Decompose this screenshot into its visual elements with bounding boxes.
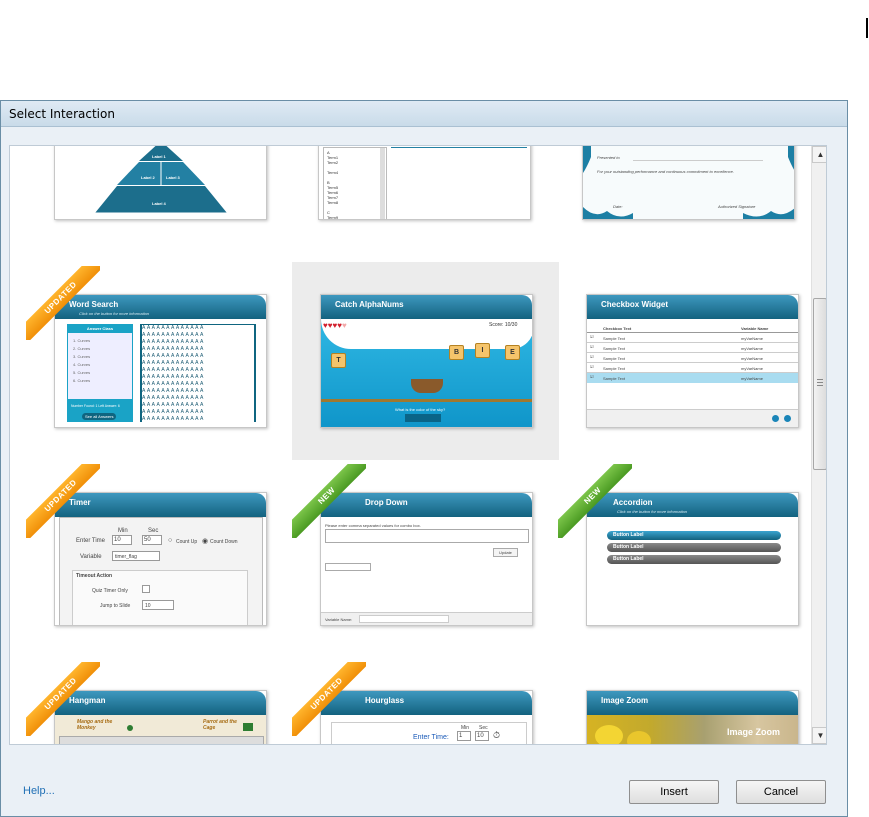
tile-catch-alphanums[interactable]: Catch AlphaNums ♥♥♥♥♥ Score: 10/30 T B I… [320,294,533,428]
next-arrow-icon [127,725,133,731]
letter-tile-i: I [475,343,490,358]
variable-field[interactable]: timer_flag [112,551,160,561]
gallery-grid: Label 1 Label 2 Label 3 Label 4 A Term1 Te… [10,146,810,744]
text-cursor [866,18,868,38]
title-bar: Select Interaction [1,101,847,127]
glossary-thumbnail[interactable]: A Term1 Term2 Term4 B Term5 Term6 Term7 Term8… [318,146,531,220]
glossary-items: A Term1 Term2 Term4 B Term5 Term6 Term7 Term8… [327,150,339,220]
cancel-button[interactable]: Cancel [736,780,826,804]
letter-tile-e: E [505,345,520,360]
accordion-button-1[interactable]: Button Label [607,531,781,540]
new-ribbon: NEW [558,464,632,538]
enter-time-label: Enter Time: [413,734,449,741]
number-found: Number Found: 1 Left Answer: 6 [71,404,120,408]
glossary-list: A Term1 Term2 Term4 B Term5 Term6 Term7 Term8… [323,147,387,220]
letter-tile-b: B [449,345,464,360]
hangman-right-caption: Parrot and the Cage [203,719,237,731]
window-title: Select Interaction [9,107,115,121]
updated-ribbon: UPDATED [26,662,100,736]
scroll-thumb[interactable] [813,298,826,470]
update-button[interactable]: Update [493,548,518,557]
answer-list: 1. Curves 2. Curves 3. Curves 4. Curves 5. … [73,338,91,383]
tile-checkbox-widget[interactable]: Checkbox Widget Checkbox Text Variable N… [586,294,799,428]
pyramid-label-1: Label 1 [152,154,166,159]
tile-title: Drop Down [365,498,408,507]
tile-title: Catch AlphaNums [335,300,404,309]
image-zoom-overlay: Image Zoom [727,727,781,737]
vertical-scrollbar[interactable]: ▲ ▼ [811,146,826,744]
pyramid-label-4: Label 4 [152,201,166,206]
next-icon [784,415,791,422]
insert-button[interactable]: Insert [629,780,719,804]
min-field[interactable]: 1 [457,731,471,741]
sec-field[interactable]: 50 [142,535,162,545]
updated-ribbon: UPDATED [26,266,100,340]
stopwatch-icon: ⏱ [493,730,501,740]
scroll-up-button[interactable]: ▲ [812,146,826,163]
letter-tile-t: T [331,353,346,368]
pyramid-thumbnail[interactable]: Label 1 Label 2 Label 3 Label 4 [54,146,267,220]
min-field[interactable]: 10 [112,535,132,545]
pyramid-label-2: Label 2 [141,175,155,180]
question: What is the color of the sky? [395,407,446,412]
certificate-thumbnail[interactable]: Presented to For your outstanding perfor… [582,146,795,220]
cart [411,379,443,393]
letter-grid: AAAAAAAAAAAAA AAAAAAAAAAAAA AAAAAAAAAAAAA A… [140,324,256,423]
interaction-gallery[interactable]: Label 1 Label 2 Label 3 Label 4 A Term1 Te… [9,145,827,745]
updated-ribbon: UPDATED [292,662,366,736]
column-header: Variable Name [741,326,769,331]
certificate-scallop [583,146,794,219]
variable-name-label: Variable Name: [325,617,353,622]
accordion-button-2[interactable]: Button Label [607,543,781,552]
tile-title: Checkbox Widget [601,300,669,309]
score: Score: 10/30 [489,322,518,328]
tile-title: Image Zoom [601,696,649,705]
new-ribbon: NEW [292,464,366,538]
accordion-button-3[interactable]: Button Label [607,555,781,564]
next-arrow-icon [243,723,253,731]
hearts: ♥♥♥♥♥ [323,321,347,330]
scroll-down-button[interactable]: ▼ [812,727,826,744]
checkbox-table: Checkbox Text Variable Name ☑ Sample Text… [587,323,798,383]
combo-box[interactable] [325,563,371,571]
updated-ribbon: UPDATED [26,464,100,538]
column-header: Checkbox Text [603,326,632,331]
tile-image-zoom[interactable]: Image Zoom Image Zoom [586,690,799,744]
select-interaction-dialog: Select Interaction Label 1 Label 2 Label… [0,100,848,817]
see-all-answers-button[interactable]: See all Answers [82,413,117,420]
tile-title: Hourglass [365,696,405,705]
sec-field[interactable]: 10 [475,731,489,741]
game-scene: ♥♥♥♥♥ Score: 10/30 T B I E What is the c… [321,319,532,427]
prev-icon [772,415,779,422]
help-link[interactable]: Help... [23,785,55,797]
pyramid-label-3: Label 3 [166,175,180,180]
